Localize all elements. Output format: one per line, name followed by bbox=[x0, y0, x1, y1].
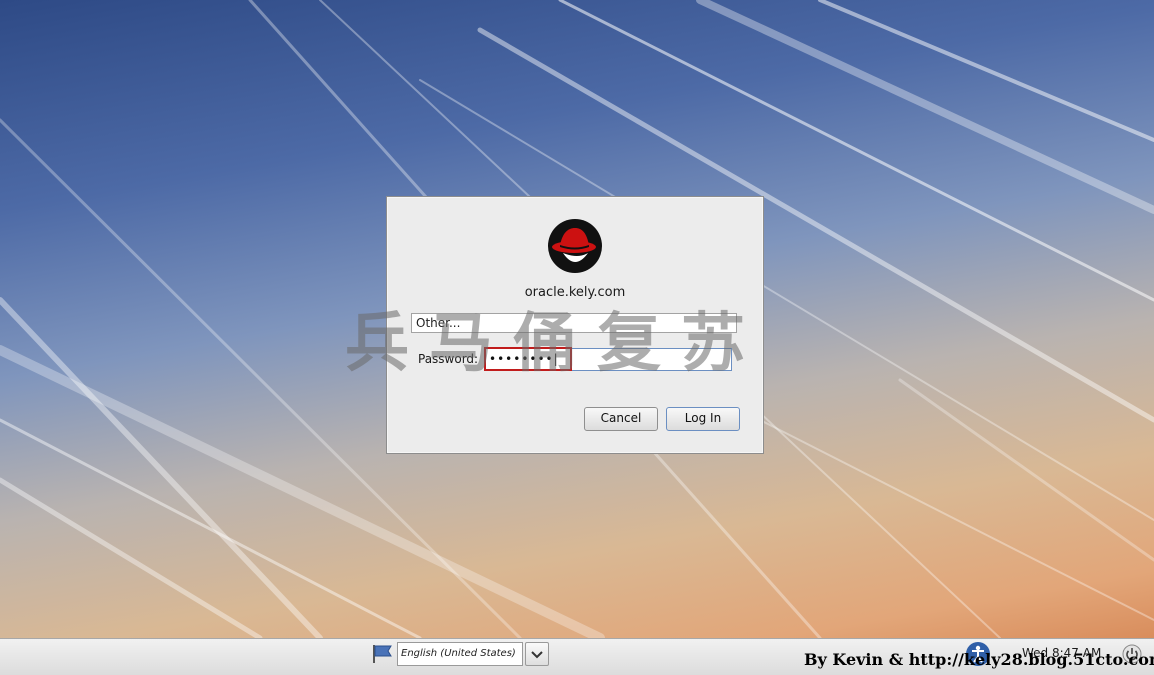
watermark-text: 兵马俑复苏 bbox=[345, 306, 765, 381]
language-select[interactable]: English (United States) bbox=[397, 642, 523, 666]
red-hat-logo-icon bbox=[548, 219, 602, 273]
cancel-button[interactable]: Cancel bbox=[584, 407, 658, 431]
login-button[interactable]: Log In bbox=[666, 407, 740, 431]
language-dropdown-button[interactable] bbox=[525, 642, 549, 666]
credit-watermark: By Kevin & http://kely28.blog.51cto.com bbox=[804, 650, 1154, 669]
chevron-down-icon bbox=[531, 651, 543, 659]
bottom-panel: English (United States) Wed 8:47 AM By K… bbox=[0, 638, 1154, 675]
desktop-background: oracle.kely.com Other... Password: •••••… bbox=[0, 0, 1154, 638]
keyboard-flag-icon[interactable] bbox=[371, 644, 393, 664]
